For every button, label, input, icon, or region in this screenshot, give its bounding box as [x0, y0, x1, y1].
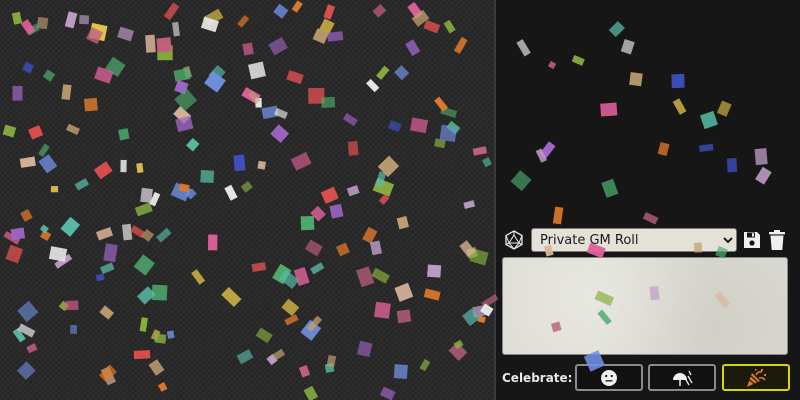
party-popper-icon [747, 368, 766, 387]
celebrate-party-button[interactable] [722, 364, 790, 391]
floppy-disk-icon[interactable] [742, 230, 762, 250]
roll-mode-row: Private GM Roll [504, 228, 790, 252]
d20-icon [505, 230, 523, 250]
celebrate-label: Celebrate: [502, 371, 573, 385]
celebrate-rain-button[interactable] [648, 364, 716, 391]
chat-log[interactable] [496, 0, 800, 225]
roll-mode-select[interactable]: Private GM Roll [531, 228, 737, 252]
rain-icon [673, 370, 693, 386]
celebrate-neutral-button[interactable] [575, 364, 643, 391]
game-canvas[interactable] [0, 0, 494, 400]
neutral-face-icon [601, 369, 617, 386]
trash-icon[interactable] [767, 229, 787, 251]
chat-message-input[interactable] [502, 257, 788, 355]
